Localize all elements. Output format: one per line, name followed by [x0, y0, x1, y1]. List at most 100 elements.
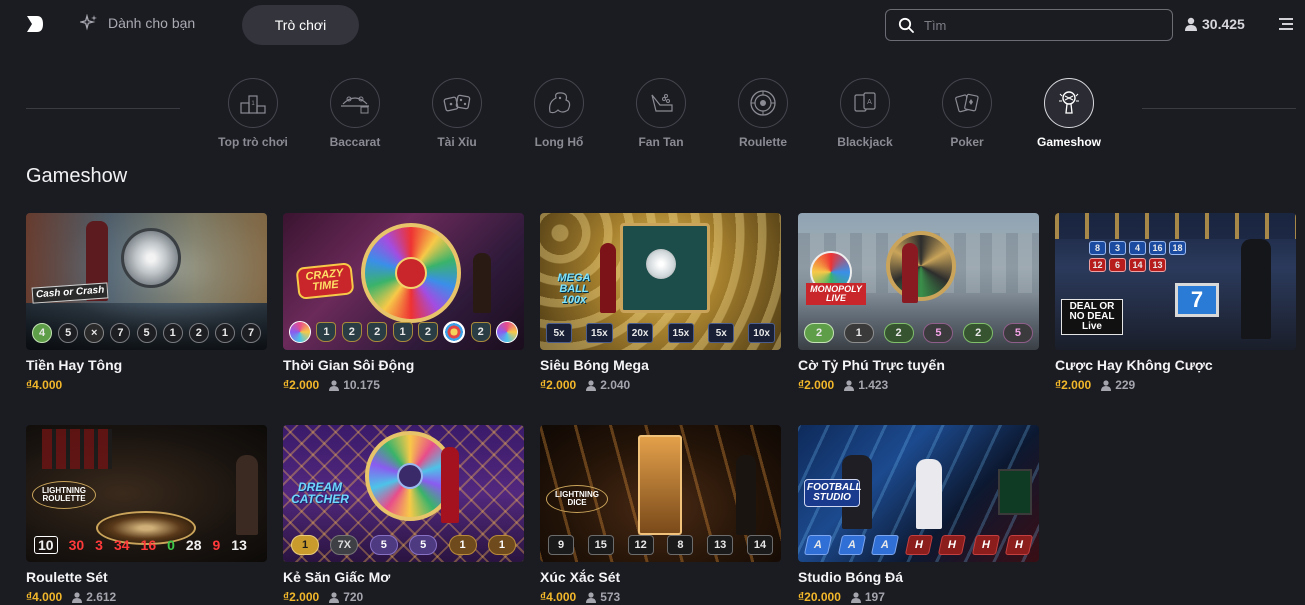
game-card-football-studio[interactable]: FOOTBALL STUDIO A A A H H H H Studio Bón… — [798, 425, 1039, 604]
result-chip: 1 — [448, 535, 477, 555]
viewer-count: 229 — [1101, 378, 1135, 392]
case-number: 8 — [1089, 241, 1106, 255]
result-chip: 2 — [804, 323, 834, 343]
viewer-count-value: 573 — [600, 590, 621, 604]
result-chip: H — [971, 535, 1000, 555]
category-poker[interactable]: Poker — [916, 78, 1018, 149]
game-title: Siêu Bóng Mega — [540, 357, 649, 373]
case-number: 6 — [1109, 258, 1126, 272]
game-card-crazy-time[interactable]: CRAZY TIME 1 2 2 1 2 2 Thời Gian Sôi Độn… — [283, 213, 524, 392]
viewer-count-value: 2.040 — [600, 378, 631, 392]
result-chip: 12 — [627, 535, 654, 555]
result-chip: 2 — [963, 323, 994, 343]
game-card-lightning-dice[interactable]: LIGHTNING DICE 9 15 12 8 13 14 Xúc Xắc S… — [540, 425, 781, 604]
game-thumbnail: 8 3 4 16 18 12 6 14 13 7 DEAL OR NO DEAL… — [1055, 213, 1296, 350]
result-chip: 2 — [417, 322, 438, 342]
min-bet: ₫2.000 — [1055, 378, 1092, 392]
game-thumbnail: DREAM CATCHER 1 7X 5 5 1 1 — [283, 425, 524, 562]
user-icon — [586, 591, 597, 603]
user-icon — [1185, 17, 1197, 31]
result-chip: 2 — [188, 323, 209, 343]
category-label: Roulette — [739, 135, 787, 149]
game-meta: ₫2.000 720 — [283, 590, 524, 604]
game-title: Cờ Tỷ Phú Trực tuyến — [798, 357, 945, 373]
game-logo: MEGA BALL 100x — [557, 272, 591, 306]
category-fan-tan[interactable]: Fan Tan — [610, 78, 712, 149]
category-strip: 1 Top trò chơi Baccarat Tài Xỉu Long Hổ … — [0, 78, 1305, 153]
game-thumbnail: FOOTBALL STUDIO A A A H H H H — [798, 425, 1039, 562]
result-chip: 7 — [241, 323, 261, 343]
result-chip: 1 — [162, 323, 183, 343]
result-number: 9 — [212, 537, 221, 553]
results-strip: 1 7X 5 5 1 1 — [291, 535, 516, 555]
category-roulette[interactable]: Roulette — [712, 78, 814, 149]
game-title: Cược Hay Không Cược — [1055, 357, 1213, 373]
nav-for-you-label: Dành cho bạn — [108, 15, 196, 31]
result-chip: 2 — [367, 322, 388, 342]
game-thumbnail: LIGHTNING ROULETTE 10 30 3 34 16 0 28 9 … — [26, 425, 267, 562]
result-number: 13 — [231, 537, 247, 553]
results-strip: 10 30 3 34 16 0 28 9 13 — [34, 536, 247, 554]
game-card-lightning-roulette[interactable]: LIGHTNING ROULETTE 10 30 3 34 16 0 28 9 … — [26, 425, 267, 604]
category-tai-xiu[interactable]: Tài Xỉu — [406, 78, 508, 149]
result-chip: 14 — [746, 535, 773, 555]
case-number: 18 — [1169, 241, 1186, 255]
result-number: 30 — [68, 537, 85, 553]
game-card-monopoly-live[interactable]: MONOPOLY LIVE 2 1 2 5 2 5 Cờ Tỷ Phú Trực… — [798, 213, 1039, 392]
game-logo: LIGHTNING DICE — [546, 485, 608, 513]
user-icon — [586, 379, 597, 391]
category-long-ho[interactable]: Long Hổ — [508, 78, 610, 149]
category-top-games[interactable]: 1 Top trò chơi — [202, 78, 304, 149]
game-card-mega-ball[interactable]: MEGA BALL 100x 5x 15x 20x 15x 5x 10x Siê… — [540, 213, 781, 392]
result-chip: 4 — [32, 323, 52, 343]
nav-games-tab[interactable]: Trò chơi — [242, 5, 359, 45]
category-blackjack[interactable]: A Blackjack — [814, 78, 916, 149]
game-meta: ₫20.000 197 — [798, 590, 1039, 604]
case-number: 4 — [1129, 241, 1146, 255]
result-chip: 7 — [110, 323, 131, 343]
viewer-count: 2.040 — [586, 378, 630, 392]
search-input[interactable] — [924, 17, 1154, 33]
result-chip: 1 — [392, 322, 413, 342]
viewer-count-value: 1.423 — [858, 378, 889, 392]
min-bet: ₫4.000 — [26, 378, 63, 392]
category-gameshow[interactable]: Gameshow — [1018, 78, 1120, 149]
min-bet: ₫4.000 — [26, 590, 63, 604]
result-chip: 5x — [546, 323, 572, 343]
game-logo: LIGHTNING ROULETTE — [32, 481, 96, 509]
result-chip: 1 — [291, 535, 319, 555]
result-chip: 1 — [843, 323, 874, 343]
bonus-chip-icon — [289, 321, 311, 343]
min-bet: ₫4.000 — [540, 590, 577, 604]
user-icon — [850, 591, 861, 603]
nav-for-you[interactable]: Dành cho bạn — [80, 14, 195, 32]
game-meta: ₫2.000 10.175 — [283, 378, 524, 392]
category-label: Poker — [950, 135, 984, 149]
result-chip: H — [937, 535, 967, 555]
result-chip: × — [84, 323, 105, 343]
game-title: Kẻ Săn Giấc Mơ — [283, 569, 391, 585]
game-card-deal-or-no-deal[interactable]: 8 3 4 16 18 12 6 14 13 7 DEAL OR NO DEAL… — [1055, 213, 1296, 392]
logo-icon[interactable] — [24, 14, 44, 34]
result-chip: 1 — [316, 322, 337, 342]
game-card-dream-catcher[interactable]: DREAM CATCHER 1 7X 5 5 1 1 Kẻ Săn Giấc M… — [283, 425, 524, 604]
viewer-count: 573 — [586, 590, 620, 604]
game-title: Roulette Sét — [26, 569, 108, 585]
blackjack-cards-icon: A — [840, 78, 890, 128]
search-box[interactable] — [885, 9, 1173, 41]
game-title: Studio Bóng Đá — [798, 569, 903, 585]
viewer-count-value: 720 — [343, 590, 364, 604]
bonus-target-icon — [443, 321, 466, 343]
result-number: 16 — [140, 537, 157, 553]
game-card-cash-or-crash[interactable]: Cash or Crash 4 5 × 7 5 1 2 1 7 Tiền Hay… — [26, 213, 267, 392]
result-chip: 5x — [708, 323, 735, 343]
results-strip: 5x 15x 20x 15x 5x 10x — [546, 323, 775, 343]
viewer-count: 2.612 — [72, 590, 116, 604]
category-label: Top trò chơi — [218, 135, 288, 149]
section-title: Gameshow — [26, 165, 128, 187]
category-baccarat[interactable]: Baccarat — [304, 78, 406, 149]
baccarat-table-icon — [330, 78, 380, 128]
menu-icon[interactable] — [1278, 16, 1294, 32]
result-chip: 15x — [586, 323, 613, 343]
game-thumbnail: MEGA BALL 100x 5x 15x 20x 15x 5x 10x — [540, 213, 781, 350]
